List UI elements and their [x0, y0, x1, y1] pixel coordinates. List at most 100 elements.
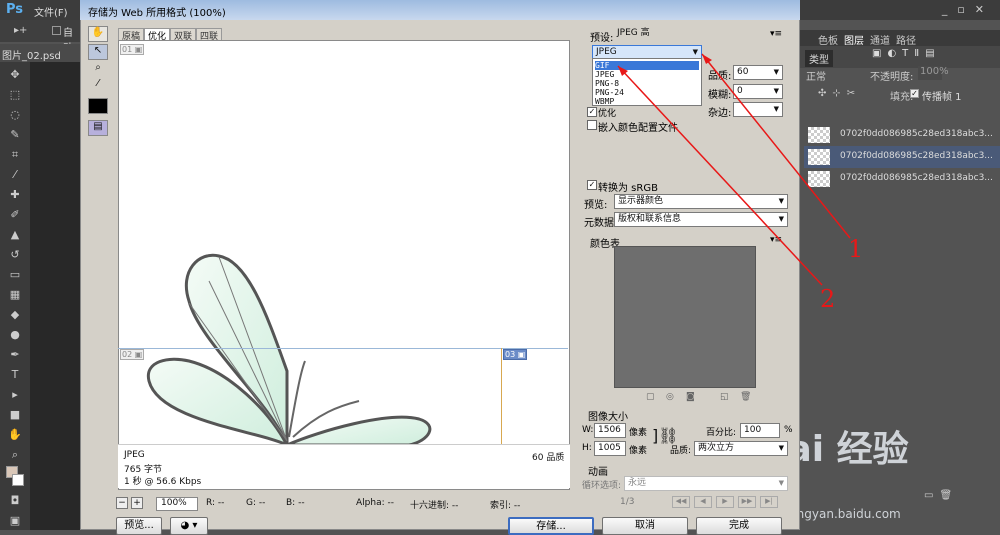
- quick-select-icon[interactable]: ✎: [6, 128, 24, 142]
- options-checkbox[interactable]: [52, 26, 61, 35]
- last-frame-icon[interactable]: ▶|: [760, 496, 778, 508]
- blend-mode-select[interactable]: 正常: [806, 68, 826, 83]
- map-color-icon[interactable]: ▢: [646, 392, 655, 402]
- preset-select[interactable]: JPEG 高: [614, 27, 696, 42]
- zoom-in-button[interactable]: +: [131, 497, 143, 509]
- zoom-icon[interactable]: ⌕: [88, 62, 108, 78]
- tab-swatches[interactable]: 色板: [818, 32, 838, 47]
- preview-canvas[interactable]: [118, 40, 570, 490]
- crop-icon[interactable]: ⌗: [6, 148, 24, 162]
- width-input[interactable]: 1506: [594, 423, 626, 438]
- hand-icon[interactable]: ✋: [6, 428, 24, 442]
- format-option-png8[interactable]: PNG-8: [595, 79, 699, 88]
- type-icon[interactable]: T: [6, 368, 24, 382]
- move-tool-icon[interactable]: ▸+: [14, 25, 27, 36]
- window-controls[interactable]: _▫✕: [942, 3, 994, 16]
- screen-mode-icon[interactable]: ▣: [6, 514, 24, 528]
- layer-row-selected[interactable]: 0702f0dd086985c28ed318abc3...: [804, 146, 1000, 168]
- chevron-down-icon: ▼: [778, 479, 784, 487]
- cancel-button[interactable]: 取消: [602, 517, 688, 535]
- quality-input[interactable]: 60 ▼: [733, 65, 783, 80]
- embed-profile-checkbox[interactable]: [587, 120, 597, 130]
- color-table-menu-icon[interactable]: ▾≡: [770, 235, 782, 245]
- loop-select[interactable]: 永远 ▼: [624, 476, 788, 491]
- path-select-icon[interactable]: ▸: [6, 388, 24, 402]
- layer-thumbnail: [808, 171, 830, 187]
- format-option-gif[interactable]: GIF: [595, 61, 699, 70]
- blur-value: 0: [737, 86, 743, 96]
- width-label: W:: [582, 425, 594, 435]
- color-table[interactable]: [614, 246, 756, 388]
- blur-input[interactable]: 0 ▼: [733, 84, 783, 99]
- history-brush-icon[interactable]: ↺: [6, 248, 24, 262]
- resample-select[interactable]: 两次立方 ▼: [694, 441, 788, 456]
- slice-tag-03[interactable]: 03 ▣: [503, 349, 528, 360]
- eyedropper-icon[interactable]: ⁄: [6, 168, 24, 182]
- gradient-icon[interactable]: ▦: [6, 288, 24, 302]
- delete-color-icon[interactable]: 🗑: [740, 392, 751, 402]
- quick-mask-icon[interactable]: ◘: [6, 494, 24, 508]
- slice-tag-02[interactable]: 02 ▣: [120, 349, 145, 360]
- layer-filter-icons[interactable]: ▣◐TⅡ▤: [872, 48, 941, 59]
- propagate-frame-checkbox[interactable]: ✓: [910, 89, 919, 98]
- shape-icon[interactable]: ■: [6, 408, 24, 422]
- marquee-icon[interactable]: ⬚: [6, 88, 24, 102]
- first-frame-icon[interactable]: ◀◀: [672, 496, 690, 508]
- lock-icons[interactable]: ✣⊹✂: [818, 88, 861, 99]
- convert-srgb-checkbox[interactable]: ✓: [587, 180, 597, 190]
- next-frame-icon[interactable]: ▶▶: [738, 496, 756, 508]
- prev-frame-icon[interactable]: ◀: [694, 496, 712, 508]
- done-button[interactable]: 完成: [696, 517, 782, 535]
- eraser-icon[interactable]: ▭: [6, 268, 24, 282]
- toggle-slices-icon[interactable]: ▤: [88, 120, 108, 136]
- save-button[interactable]: 存储...: [508, 517, 594, 535]
- zoom-out-button[interactable]: −: [116, 497, 128, 509]
- slice-select-icon[interactable]: ↖: [88, 44, 108, 60]
- blur-icon[interactable]: ◆: [6, 308, 24, 322]
- play-icon[interactable]: ▶: [716, 496, 734, 508]
- percent-input[interactable]: 100: [740, 423, 780, 438]
- browser-preview-button[interactable]: ◕ ▾: [170, 517, 208, 535]
- metadata-select[interactable]: 版权和联系信息 ▼: [614, 212, 788, 227]
- menu-file[interactable]: 文件(F): [34, 4, 68, 19]
- dodge-icon[interactable]: ●: [6, 328, 24, 342]
- tab-paths[interactable]: 路径: [896, 32, 916, 47]
- eyedropper-icon[interactable]: ⁄: [88, 78, 108, 94]
- background-color-swatch[interactable]: [12, 474, 24, 486]
- healing-icon[interactable]: ✚: [6, 188, 24, 202]
- preview-button[interactable]: 预览...: [116, 517, 162, 535]
- move-icon[interactable]: ✥: [6, 68, 24, 82]
- format-option-png24[interactable]: PNG-24: [595, 88, 699, 97]
- pen-icon[interactable]: ✒: [6, 348, 24, 362]
- hand-icon[interactable]: ✋: [88, 26, 108, 42]
- layers-bottom-icons[interactable]: ▭🗑: [804, 490, 1000, 506]
- matte-select[interactable]: ▼: [733, 102, 783, 117]
- zoom-level-select[interactable]: 100%: [156, 497, 198, 511]
- height-input[interactable]: 1005: [594, 441, 626, 456]
- opacity-label: 不透明度:: [870, 72, 914, 83]
- tab-channels[interactable]: 通道: [870, 32, 890, 47]
- brush-icon[interactable]: ✐: [6, 208, 24, 222]
- lasso-icon[interactable]: ◌: [6, 108, 24, 122]
- opacity-input[interactable]: 100%: [918, 66, 949, 80]
- tab-layers[interactable]: 图层: [844, 32, 864, 47]
- slice-tag-01[interactable]: 01 ▣: [120, 44, 145, 55]
- info-download-speed[interactable]: 1 秒 @ 56.6 Kbps: [124, 474, 201, 487]
- layers-kind-select[interactable]: 类型: [805, 50, 833, 67]
- web-shift-icon[interactable]: ◎: [666, 392, 674, 402]
- optimized-checkbox[interactable]: ✓: [587, 107, 597, 117]
- add-color-icon[interactable]: ◱: [720, 392, 729, 402]
- stamp-icon[interactable]: ▲: [6, 228, 24, 242]
- optimize-menu-icon[interactable]: ▾≡: [770, 29, 782, 39]
- lock-color-icon[interactable]: ◙: [686, 392, 695, 402]
- zoom-icon[interactable]: ⌕: [6, 448, 24, 462]
- layer-row[interactable]: 0702f0dd086985c28ed318abc3...: [804, 124, 1000, 146]
- layer-row[interactable]: 0702f0dd086985c28ed318abc3...: [804, 168, 1000, 190]
- format-option-wbmp[interactable]: WBMP: [595, 97, 699, 106]
- layer-thumbnail: [808, 149, 830, 165]
- panel-tabs: 色板 图层 通道 路径: [800, 30, 1000, 47]
- eyedropper-color-swatch[interactable]: [88, 98, 108, 114]
- preview-mode-select[interactable]: 显示器颜色 ▼: [614, 194, 788, 209]
- format-option-jpeg[interactable]: JPEG: [595, 70, 699, 79]
- document-tab[interactable]: 图片_02.psd: [0, 44, 80, 62]
